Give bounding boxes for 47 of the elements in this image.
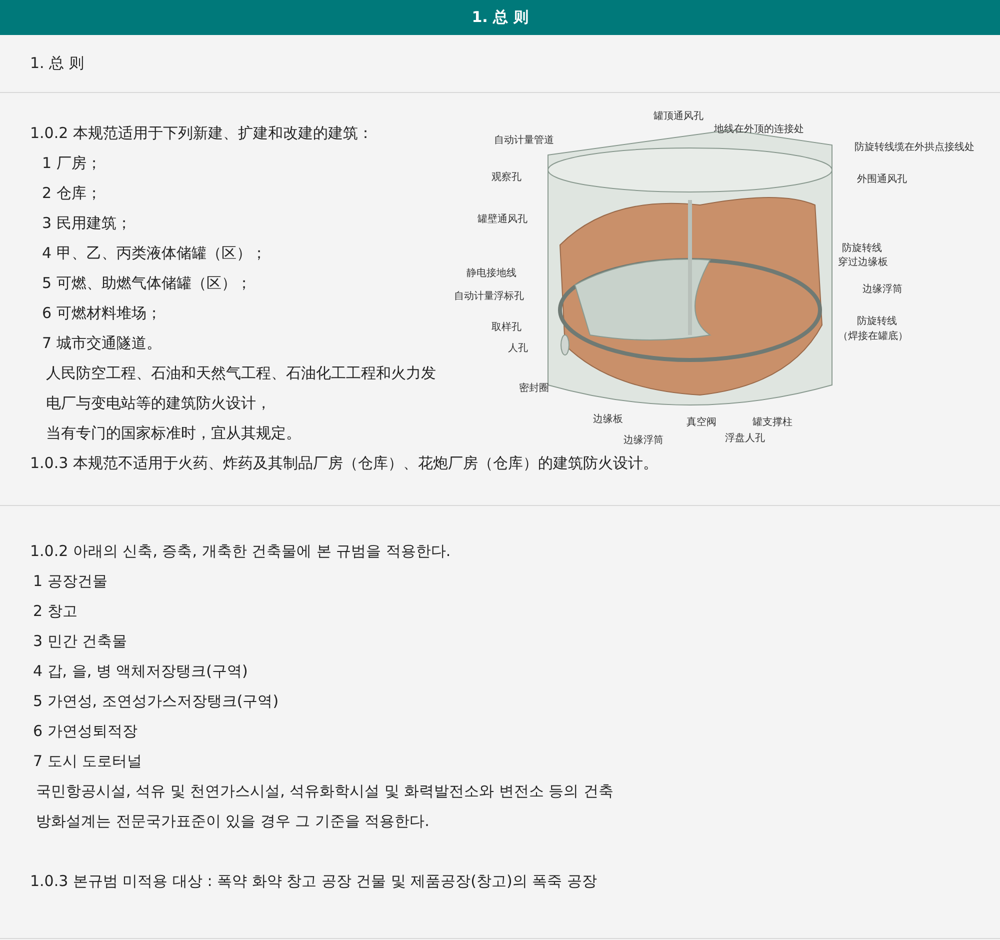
note-text: 当有专门的国家标准时，宜从其规定。 bbox=[45, 423, 301, 444]
diagram-label: 人孔 bbox=[508, 343, 528, 356]
diagram-label: 边缘浮筒 bbox=[862, 284, 902, 296]
list-item: 5 可燃、助燃气体储罐（区）； bbox=[41, 273, 252, 294]
list-item: 3 민간 건축물 bbox=[32, 631, 128, 652]
diagram-label: 罐支撑柱 bbox=[752, 417, 792, 430]
diagram-label: 边缘浮筒 bbox=[623, 435, 664, 448]
list-item: 5 가연성, 조연성가스저장탱크(구역) bbox=[32, 691, 279, 712]
clause-text: 1.0.3 본규범 미적용 대상 : 폭약 화약 창고 공장 건물 및 제품공장(창고)의 폭죽 공장 bbox=[30, 871, 597, 892]
note-text: 국민항공시설, 석유 및 천연가스시설, 석유화학시설 및 화력발전소와 변전소 등의 건축 bbox=[35, 781, 614, 802]
diagram-label: 真空阀 bbox=[686, 417, 716, 430]
clause-text: 1.0.3 本规范不适用于火药、炸药及其制品厂房（仓库）、花炮厂房（仓库）的建筑防火设计。 bbox=[30, 453, 658, 474]
list-item: 4 갑, 을, 병 액체저장탱크(구역) bbox=[32, 661, 248, 682]
diagram-label: 静电接地线 bbox=[466, 268, 516, 280]
section-heading: 1. 总 则 bbox=[30, 54, 84, 73]
list-item: 7 城市交通隧道。 bbox=[41, 333, 162, 354]
clause-text: 1.0.2 本规范适用于下列新建、扩建和改建的建筑： bbox=[30, 123, 373, 144]
clause-text: 1.0.2 아래의 신축, 증축, 개축한 건축물에 본 규범을 적용한다. bbox=[30, 541, 451, 562]
list-item: 3 民用建筑； bbox=[41, 213, 132, 234]
diagram-label: 取样孔 bbox=[491, 322, 522, 334]
diagram-label: 地线在外顶的连接处 bbox=[714, 124, 804, 136]
diagram-label: 罐壁通风孔 bbox=[478, 214, 528, 226]
list-item: 2 창고 bbox=[32, 601, 78, 622]
list-item: 4 甲、乙、丙类液体储罐（区）； bbox=[41, 243, 266, 264]
list-item: 2 仓库； bbox=[41, 183, 102, 204]
diagram-label: 防旋转线缆在外拱点接线处 bbox=[854, 142, 974, 154]
note-text: 电厂与变电站等的建筑防火设计， bbox=[45, 393, 271, 414]
note-text: 방화설계는 전문국가표준이 있을 경우 그 기준을 적용한다. bbox=[35, 811, 430, 832]
diagram-label: 自动计量管道 bbox=[494, 134, 554, 147]
list-item: 1 厂房； bbox=[41, 153, 102, 174]
diagram-label: 防旋转线 bbox=[842, 242, 882, 255]
diagram-label: 穿过边缘板 bbox=[838, 257, 888, 269]
diagram-label: （焊接在罐底） bbox=[838, 330, 908, 343]
list-item: 1 공장건물 bbox=[32, 571, 108, 592]
diagram-label: 密封圈 bbox=[518, 383, 549, 395]
diagram-label: 观察孔 bbox=[491, 172, 522, 184]
list-item: 6 가연성퇴적장 bbox=[32, 721, 138, 742]
note-text: 人民防空工程、石油和天然气工程、石油化工工程和火力发 bbox=[45, 363, 436, 384]
list-item: 6 可燃材料堆场； bbox=[41, 303, 162, 324]
diagram-label: 边缘板 bbox=[593, 414, 623, 426]
list-item: 7 도시 도로터널 bbox=[32, 751, 142, 772]
header-title: 1. 总 则 bbox=[472, 8, 528, 27]
diagram-label: 浮盘人孔 bbox=[725, 433, 765, 446]
diagram-label: 自动计量浮标孔 bbox=[454, 291, 524, 304]
diagram-label: 罐顶通风孔 bbox=[654, 111, 704, 124]
diagram-label: 防旋转线 bbox=[857, 316, 897, 328]
diagram-label: 外围通风孔 bbox=[857, 174, 907, 186]
